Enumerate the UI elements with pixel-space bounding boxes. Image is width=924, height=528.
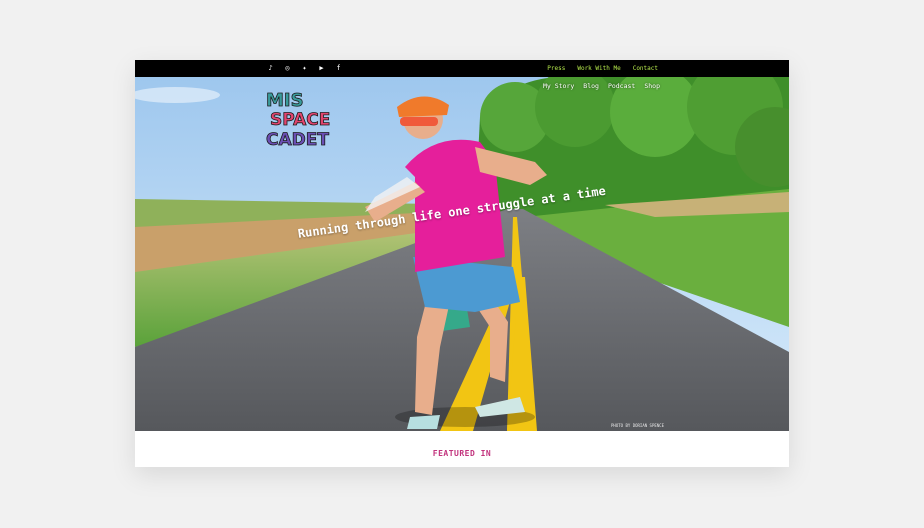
top-links: Press Work With Me Contact (547, 60, 658, 77)
nav-shop[interactable]: Shop (644, 82, 660, 90)
instagram-icon[interactable]: ◎ (283, 60, 292, 77)
nav-podcast[interactable]: Podcast (608, 82, 635, 90)
twitter-icon[interactable]: ✦ (300, 60, 309, 77)
facebook-icon[interactable]: f (334, 60, 343, 77)
hero-photo (135, 77, 789, 431)
main-nav: My Story Blog Podcast Shop (543, 82, 660, 90)
work-with-me-link[interactable]: Work With Me (577, 65, 620, 72)
site-logo[interactable]: MIS SPACE CADET (264, 88, 336, 148)
top-bar: ♪ ◎ ✦ ▶ f Press Work With Me Contact (135, 60, 789, 77)
tiktok-icon[interactable]: ♪ (266, 60, 275, 77)
hero-banner: MIS SPACE CADET My Story Blog Podcast Sh… (135, 77, 789, 431)
photo-credit: PHOTO BY DORIAN SPENCE (611, 423, 664, 428)
logo-line-3: CADET (266, 130, 329, 148)
featured-in-heading: FEATURED IN (432, 449, 492, 458)
logo-line-1: MIS (266, 90, 304, 111)
social-links: ♪ ◎ ✦ ▶ f (266, 60, 343, 77)
logo-line-2: SPACE (270, 110, 330, 130)
press-link[interactable]: Press (547, 65, 565, 72)
nav-blog[interactable]: Blog (583, 82, 599, 90)
youtube-icon[interactable]: ▶ (317, 60, 326, 77)
contact-link[interactable]: Contact (633, 65, 658, 72)
nav-my-story[interactable]: My Story (543, 82, 574, 90)
browser-page: ♪ ◎ ✦ ▶ f Press Work With Me Contact MIS… (135, 60, 789, 467)
